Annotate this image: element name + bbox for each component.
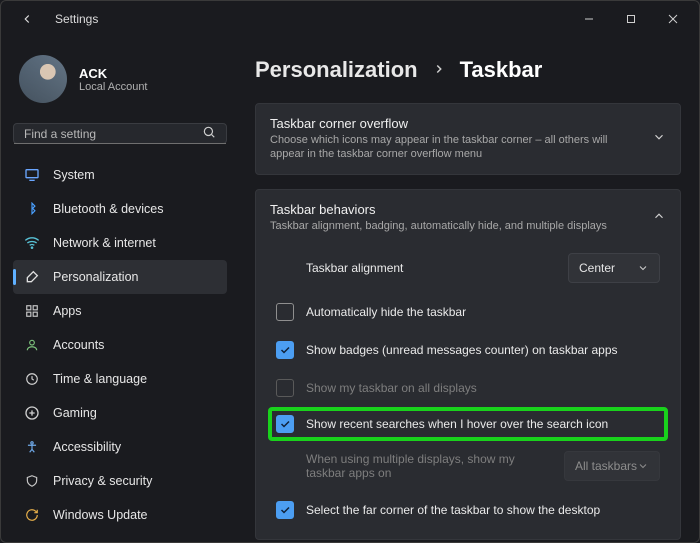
nav-label: Network & internet bbox=[53, 236, 156, 250]
nav-label: Privacy & security bbox=[53, 474, 152, 488]
card-title: Taskbar behaviors bbox=[270, 202, 652, 217]
search-field[interactable] bbox=[13, 123, 227, 144]
row-far-corner[interactable]: Select the far corner of the taskbar to … bbox=[270, 493, 666, 527]
overflow-card[interactable]: Taskbar corner overflow Choose which ico… bbox=[255, 103, 681, 175]
sidebar-item-personalization[interactable]: Personalization bbox=[13, 260, 227, 294]
nav-label: Bluetooth & devices bbox=[53, 202, 164, 216]
sidebar-item-accounts[interactable]: Accounts bbox=[13, 328, 227, 362]
sidebar-item-update[interactable]: Windows Update bbox=[13, 498, 227, 532]
minimize-button[interactable] bbox=[569, 5, 609, 33]
row-all-displays: Show my taskbar on all displays bbox=[270, 371, 666, 405]
alignment-select[interactable]: Center bbox=[568, 253, 660, 283]
user-subtitle: Local Account bbox=[79, 81, 148, 93]
nav-label: Time & language bbox=[53, 372, 147, 386]
behaviors-panel: Taskbar behaviors Taskbar alignment, bad… bbox=[255, 189, 681, 540]
wifi-icon bbox=[23, 234, 41, 252]
shield-icon bbox=[23, 472, 41, 490]
close-button[interactable] bbox=[653, 5, 693, 33]
nav-label: Gaming bbox=[53, 406, 97, 420]
checkbox-far-corner[interactable] bbox=[276, 501, 294, 519]
avatar bbox=[19, 55, 67, 103]
arrow-left-icon bbox=[20, 12, 34, 26]
person-icon bbox=[23, 336, 41, 354]
nav-label: Apps bbox=[53, 304, 82, 318]
window-controls bbox=[569, 5, 693, 33]
nav-label: Accessibility bbox=[53, 440, 121, 454]
sidebar-item-system[interactable]: System bbox=[13, 158, 227, 192]
nav-label: System bbox=[53, 168, 95, 182]
select-value: Center bbox=[579, 261, 615, 275]
clock-icon bbox=[23, 370, 41, 388]
chevron-right-icon bbox=[432, 60, 446, 81]
row-label: When using multiple displays, show my ta… bbox=[306, 452, 552, 480]
row-badges[interactable]: Show badges (unread messages counter) on… bbox=[270, 333, 666, 367]
row-multi-apps: When using multiple displays, show my ta… bbox=[270, 443, 666, 489]
sidebar-item-time[interactable]: Time & language bbox=[13, 362, 227, 396]
row-alignment: Taskbar alignment Center bbox=[270, 245, 666, 291]
breadcrumb: Personalization Taskbar bbox=[255, 53, 681, 89]
card-subtitle: Taskbar alignment, badging, automaticall… bbox=[270, 219, 652, 233]
sidebar-item-accessibility[interactable]: Accessibility bbox=[13, 430, 227, 464]
chevron-up-icon bbox=[652, 209, 666, 226]
paintbrush-icon bbox=[23, 268, 41, 286]
nav-label: Accounts bbox=[53, 338, 104, 352]
user-block[interactable]: ACK Local Account bbox=[13, 45, 227, 117]
checkbox-badges[interactable] bbox=[276, 341, 294, 359]
row-recent-searches[interactable]: Show recent searches when I hover over t… bbox=[270, 409, 666, 439]
row-label: Automatically hide the taskbar bbox=[306, 305, 660, 319]
chevron-down-icon bbox=[637, 262, 649, 274]
chevron-down-icon bbox=[637, 460, 649, 472]
checkbox-auto-hide[interactable] bbox=[276, 303, 294, 321]
window-title: Settings bbox=[55, 12, 98, 26]
sidebar-item-privacy[interactable]: Privacy & security bbox=[13, 464, 227, 498]
breadcrumb-current: Taskbar bbox=[460, 57, 543, 83]
select-value: All taskbars bbox=[575, 459, 637, 473]
search-input[interactable] bbox=[24, 127, 196, 141]
checkbox-recent-searches[interactable] bbox=[276, 415, 294, 433]
behaviors-header[interactable]: Taskbar behaviors Taskbar alignment, bad… bbox=[256, 190, 680, 245]
row-label: Select the far corner of the taskbar to … bbox=[306, 503, 660, 517]
back-button[interactable] bbox=[15, 7, 39, 31]
system-icon bbox=[23, 166, 41, 184]
titlebar: Settings bbox=[1, 1, 699, 37]
sidebar: ACK Local Account System Bluetooth & dev… bbox=[1, 37, 237, 542]
bluetooth-icon bbox=[23, 200, 41, 218]
nav-list: System Bluetooth & devices Network & int… bbox=[13, 158, 227, 532]
card-subtitle: Choose which icons may appear in the tas… bbox=[270, 133, 642, 162]
update-icon bbox=[23, 506, 41, 524]
nav-label: Windows Update bbox=[53, 508, 148, 522]
sidebar-item-network[interactable]: Network & internet bbox=[13, 226, 227, 260]
chevron-down-icon bbox=[652, 130, 666, 147]
sidebar-item-apps[interactable]: Apps bbox=[13, 294, 227, 328]
sidebar-item-gaming[interactable]: Gaming bbox=[13, 396, 227, 430]
content-area: Personalization Taskbar Taskbar corner o… bbox=[237, 37, 699, 542]
multi-apps-select: All taskbars bbox=[564, 451, 660, 481]
row-label: Show recent searches when I hover over t… bbox=[306, 417, 660, 431]
row-label: Taskbar alignment bbox=[306, 261, 556, 275]
nav-label: Personalization bbox=[53, 270, 138, 284]
search-icon bbox=[202, 125, 216, 142]
checkbox-all-displays bbox=[276, 379, 294, 397]
accessibility-icon bbox=[23, 438, 41, 456]
row-auto-hide[interactable]: Automatically hide the taskbar bbox=[270, 295, 666, 329]
apps-icon bbox=[23, 302, 41, 320]
card-title: Taskbar corner overflow bbox=[270, 116, 642, 131]
gaming-icon bbox=[23, 404, 41, 422]
row-label: Show badges (unread messages counter) on… bbox=[306, 343, 660, 357]
maximize-button[interactable] bbox=[611, 5, 651, 33]
row-label: Show my taskbar on all displays bbox=[306, 381, 660, 395]
breadcrumb-parent[interactable]: Personalization bbox=[255, 57, 418, 83]
sidebar-item-bluetooth[interactable]: Bluetooth & devices bbox=[13, 192, 227, 226]
user-name: ACK bbox=[79, 66, 148, 81]
